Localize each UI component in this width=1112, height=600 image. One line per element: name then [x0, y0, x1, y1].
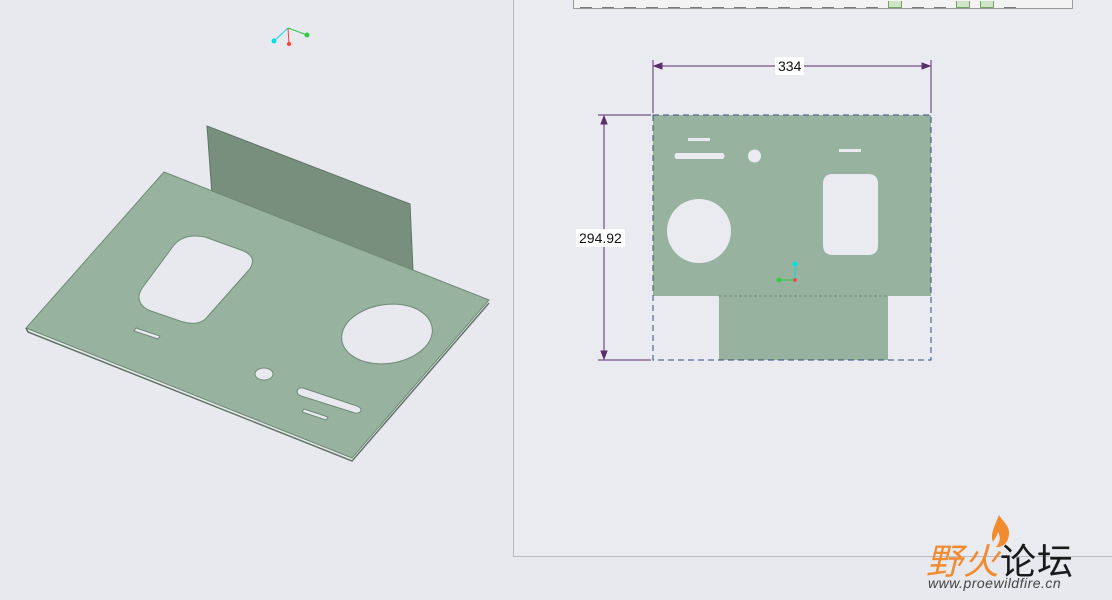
toolbar-button[interactable]	[602, 1, 614, 8]
view-toolbar	[573, 0, 1073, 9]
toolbar-button[interactable]	[734, 1, 746, 8]
toolbar-button[interactable]	[690, 1, 702, 8]
height-dimension-value[interactable]: 294.92	[576, 229, 625, 247]
toolbar-button[interactable]	[980, 1, 994, 8]
toolbar-button[interactable]	[778, 1, 790, 8]
model-3d-viewport[interactable]	[0, 0, 512, 600]
csys-triad-icon	[271, 27, 310, 46]
toolbar-button[interactable]	[756, 1, 768, 8]
toolbar-button[interactable]	[624, 1, 636, 8]
flat-pattern-window[interactable]	[513, 0, 1112, 557]
toolbar-button[interactable]	[956, 1, 970, 8]
toolbar-button[interactable]	[580, 1, 592, 8]
toolbar-button[interactable]	[1004, 1, 1016, 8]
toolbar-button[interactable]	[712, 1, 724, 8]
toolbar-button[interactable]	[822, 1, 834, 8]
width-dimension-value[interactable]: 334	[775, 57, 805, 75]
watermark-url: www.proewildfire.cn	[928, 575, 1062, 591]
toolbar-button[interactable]	[912, 1, 924, 8]
forum-watermark: 野火论坛 www.proewildfire.cn	[926, 515, 1112, 600]
toolbar-button[interactable]	[668, 1, 680, 8]
toolbar-button[interactable]	[646, 1, 658, 8]
toolbar-button[interactable]	[934, 1, 946, 8]
base-plate	[25, 171, 490, 459]
toolbar-button[interactable]	[800, 1, 812, 8]
toolbar-button[interactable]	[844, 1, 856, 8]
toolbar-button[interactable]	[888, 1, 902, 8]
toolbar-button[interactable]	[866, 1, 878, 8]
